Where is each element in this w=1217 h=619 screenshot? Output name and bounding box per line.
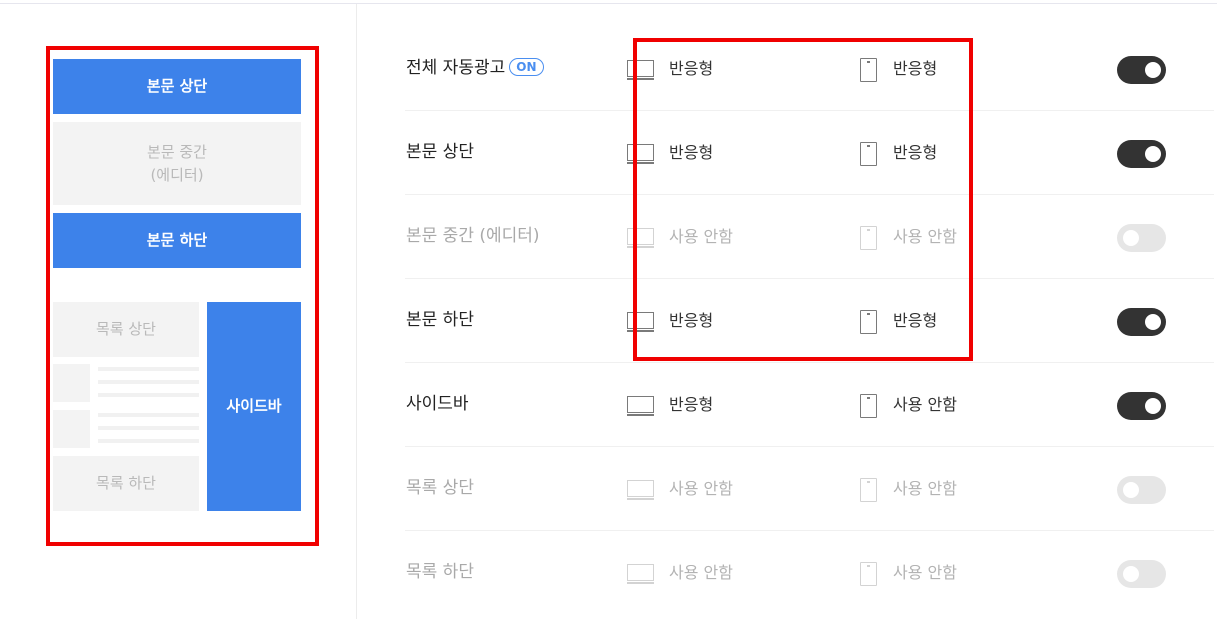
row-label: 본문 중간 (에디터) xyxy=(406,226,540,246)
pc-ad-type[interactable]: 반응형 xyxy=(669,393,713,417)
settings-row-list-bottom: 목록 하단 사용 안함 사용 안함 xyxy=(357,531,1217,615)
mobile-ad-type[interactable]: 사용 안함 xyxy=(893,477,957,501)
monitor-icon xyxy=(627,480,654,500)
row-label: 목록 하단 xyxy=(406,562,474,582)
pc-ad-type[interactable]: 사용 안함 xyxy=(669,477,733,501)
row-label: 사이드바 xyxy=(406,394,469,414)
monitor-icon xyxy=(627,396,654,416)
settings-row-list-top: 목록 상단 사용 안함 사용 안함 xyxy=(357,447,1217,531)
toggle-switch[interactable] xyxy=(1117,224,1166,252)
row-label: 전체 자동광고 xyxy=(406,58,506,78)
smartphone-icon xyxy=(860,394,877,418)
smartphone-icon xyxy=(860,478,877,502)
toggle-switch[interactable] xyxy=(1117,140,1166,168)
row-label: 목록 상단 xyxy=(406,478,474,498)
toggle-switch[interactable] xyxy=(1117,476,1166,504)
toggle-switch[interactable] xyxy=(1117,56,1166,84)
toggle-switch[interactable] xyxy=(1117,308,1166,336)
mobile-ad-type[interactable]: 사용 안함 xyxy=(893,393,957,417)
row-label: 본문 하단 xyxy=(406,310,474,330)
toggle-switch[interactable] xyxy=(1117,392,1166,420)
toggle-switch[interactable] xyxy=(1117,560,1166,588)
row-label: 본문 상단 xyxy=(406,142,474,162)
mobile-ad-type[interactable]: 사용 안함 xyxy=(893,561,957,585)
preview-highlight-frame xyxy=(46,46,319,546)
ad-type-highlight-frame xyxy=(633,38,973,361)
pc-ad-type[interactable]: 사용 안함 xyxy=(669,561,733,585)
smartphone-icon xyxy=(860,562,877,586)
settings-row-sidebar: 사이드바 반응형 사용 안함 xyxy=(357,363,1217,447)
monitor-icon xyxy=(627,564,654,584)
on-badge: ON xyxy=(509,58,544,76)
top-border xyxy=(0,0,1217,4)
